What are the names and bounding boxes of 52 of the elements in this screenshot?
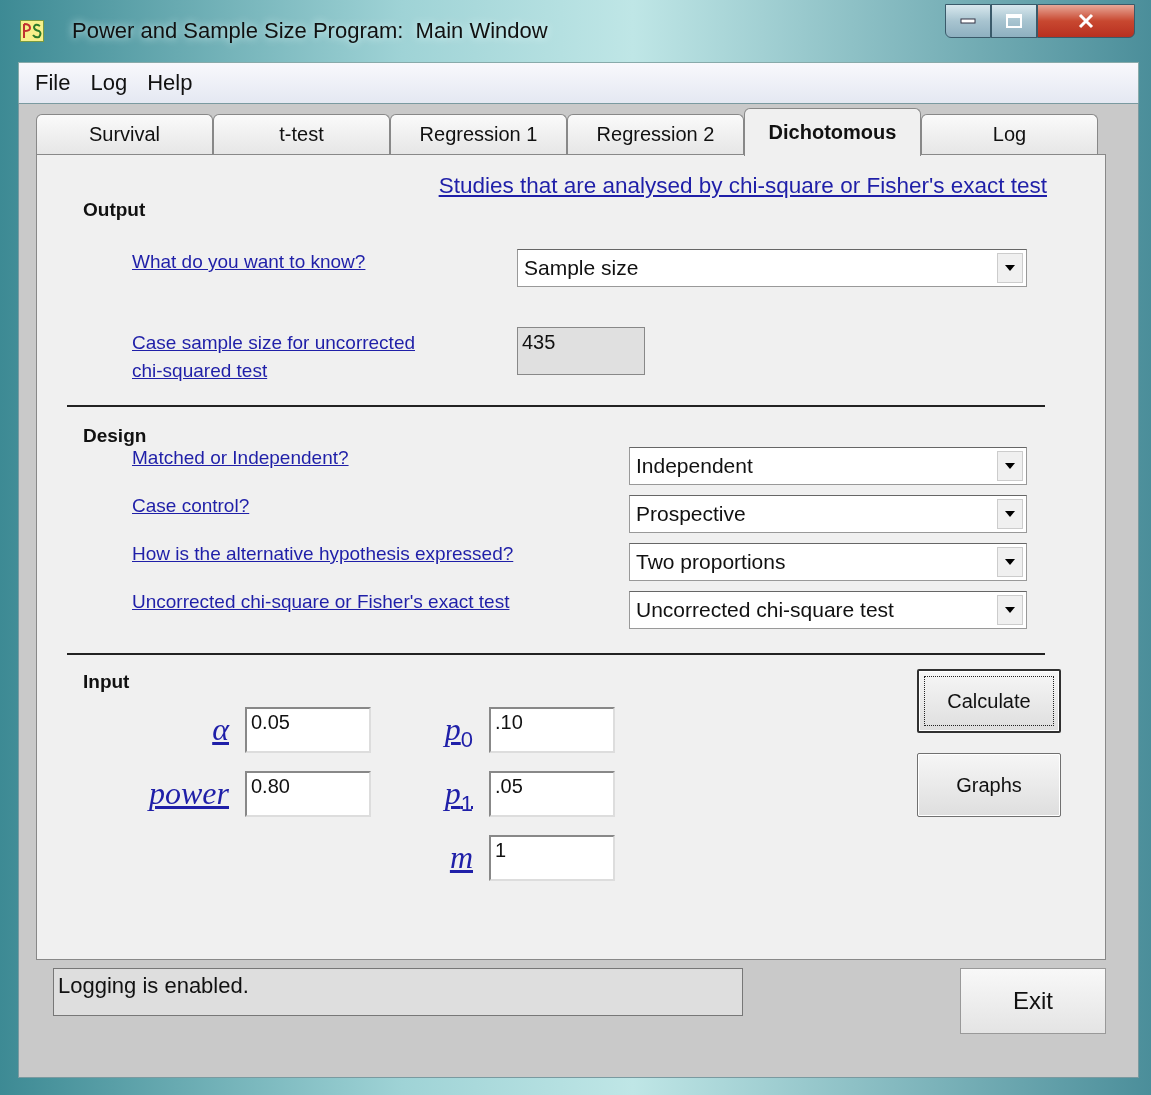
exit-button[interactable]: Exit [960,968,1106,1034]
field-label-link[interactable]: Matched or Independent? [132,447,629,469]
section-heading: Output [83,199,147,221]
caret-icon [1004,606,1016,614]
menu-item[interactable]: Log [90,70,128,96]
help-link[interactable]: Studies that are analysed by chi-square or Fisher's exact test [438,173,1047,199]
section-heading: Design [83,425,148,447]
input-field[interactable]: 0.80 [245,771,371,817]
field-label-link[interactable]: Case control? [132,495,629,517]
parameter-link[interactable]: m [449,835,473,873]
caret-icon [1004,510,1016,518]
caret-icon [1004,264,1016,272]
input-field[interactable]: .05 [489,771,615,817]
menu-item[interactable]: File [35,70,71,96]
dropdown[interactable]: Prospective [629,495,1027,533]
minimize-icon [960,18,976,24]
caret-icon [1004,462,1016,470]
dropdown[interactable]: Uncorrected chi-square test [629,591,1027,629]
result-field: 435 [517,327,645,375]
parameter-link[interactable]: α [212,707,229,745]
maximize-button[interactable] [991,4,1037,38]
tab[interactable]: t-test [213,114,390,154]
status-field: Logging is enabled. [53,968,743,1016]
dropdown[interactable]: Two proportions [629,543,1027,581]
field-label-link[interactable]: What do you want to know? [132,249,517,273]
field-label-link[interactable]: Case sample size for uncorrected chi-squared test [132,327,432,385]
tab[interactable]: Log [921,114,1098,154]
parameter-link[interactable]: p$_{1}$ [444,771,473,816]
window-title: Power and Sample Size Program: Main Window [72,18,548,44]
app-icon [20,20,44,42]
input-field[interactable]: .10 [489,707,615,753]
dropdown[interactable]: Independent [629,447,1027,485]
dropdown[interactable]: Sample size [517,249,1027,287]
caret-icon [1004,558,1016,566]
section-heading: Input [83,671,131,693]
maximize-icon [1006,14,1022,28]
action-button[interactable]: Graphs [917,753,1061,817]
tab[interactable]: Survival [36,114,213,154]
tab[interactable]: Dichotomous [744,108,921,156]
tab[interactable]: Regression 1 [390,114,567,154]
minimize-button[interactable] [945,4,991,38]
parameter-link[interactable]: power [149,771,229,809]
action-button[interactable]: Calculate [917,669,1061,733]
close-icon [1077,13,1095,29]
input-field[interactable]: 1 [489,835,615,881]
close-button[interactable] [1037,4,1135,38]
menu-item[interactable]: Help [147,70,193,96]
tab[interactable]: Regression 2 [567,114,744,154]
parameter-link[interactable]: p$_{0}$ [444,707,473,752]
field-label-link[interactable]: Uncorrected chi-square or Fisher's exact test [132,591,629,613]
input-field[interactable]: 0.05 [245,707,371,753]
field-label-link[interactable]: How is the alternative hypothesis expressed? [132,543,629,565]
